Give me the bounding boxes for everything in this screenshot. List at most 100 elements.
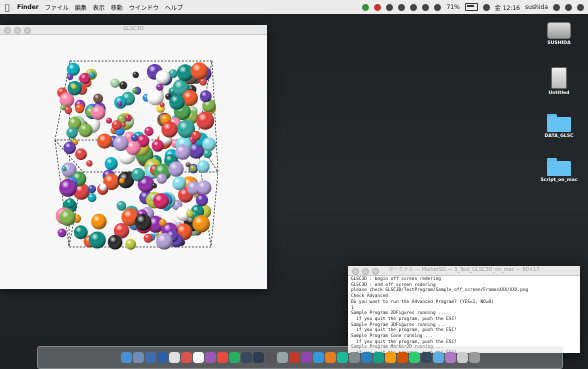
dock-app-icon[interactable] (396, 352, 408, 363)
dock-app-icon[interactable] (240, 352, 252, 363)
sphere-shading (65, 198, 76, 209)
airplay-icon[interactable] (422, 3, 430, 11)
sphere-shading (151, 183, 157, 189)
dock-app-icon[interactable] (408, 352, 420, 363)
sphere-shading (131, 134, 139, 142)
sphere-shading (196, 111, 215, 130)
sphere-shading (99, 183, 107, 191)
sphere-shading (78, 123, 93, 138)
clock[interactable]: 金 12:16 (495, 3, 520, 12)
menu-view[interactable]: 表示 (90, 3, 108, 12)
terminal-close-button[interactable] (352, 268, 359, 275)
terminal-titlebar[interactable]: ターミナル — MarkerSD — 3_Test_GLSC3D_on_mac … (348, 266, 580, 276)
sphere-shading (169, 94, 185, 110)
sphere-shading (168, 69, 178, 78)
sphere-shading (59, 179, 77, 197)
dock-app-icon[interactable] (264, 352, 276, 363)
sphere-shading (195, 194, 208, 207)
sphere-shading (159, 218, 167, 227)
dock-app-icon[interactable] (120, 352, 132, 363)
dock-app-icon[interactable] (288, 352, 300, 363)
dock-app-icon[interactable] (312, 352, 324, 363)
volume-icon[interactable] (434, 3, 442, 11)
dock-app-icon[interactable] (168, 352, 180, 363)
dock-app-icon[interactable] (360, 352, 372, 363)
desktop-icon-untitled[interactable]: Untitled (531, 67, 587, 96)
shield-icon[interactable] (362, 3, 370, 11)
terminal-window-controls (352, 268, 379, 275)
terminal-window: ターミナル — MarkerSD — 3_Test_GLSC3D_on_mac … (348, 266, 580, 354)
dock-app-icon[interactable] (156, 352, 168, 363)
zoom-button[interactable] (24, 27, 31, 34)
status-area: 71% 金 12:16 sushida (362, 0, 584, 14)
glsc3d-canvas[interactable] (0, 35, 267, 289)
desktop-icon-data-glsc[interactable]: DATA_GLSC (531, 114, 587, 139)
terminal-title: ターミナル — MarkerSD — 3_Test_GLSC3D_on_mac … (388, 267, 540, 273)
sphere-shading (189, 165, 197, 172)
menu-file[interactable]: ファイル (42, 3, 72, 12)
sphere-shading (117, 101, 123, 107)
folder-icon (547, 114, 571, 132)
glsc3d-titlebar[interactable]: GLSC3D (0, 25, 267, 35)
menu-go[interactable]: 移動 (108, 3, 126, 12)
dock-app-icon[interactable] (336, 352, 348, 363)
dock-app-icon[interactable] (372, 352, 384, 363)
dock-app-icon[interactable] (432, 352, 444, 363)
sphere-shading (91, 105, 106, 120)
sphere-shading (168, 161, 184, 177)
menu-edit[interactable]: 編集 (72, 3, 90, 12)
dock-app-icon[interactable] (300, 352, 312, 363)
menu-app-finder[interactable]: Finder (14, 4, 42, 11)
sphere-shading (192, 215, 210, 233)
user-name[interactable]: sushida (525, 4, 548, 11)
wifi-icon[interactable] (410, 3, 418, 11)
menu-help[interactable]: ヘルプ (162, 3, 186, 12)
dock-app-icon[interactable] (132, 352, 144, 363)
terminal-zoom-button[interactable] (372, 268, 379, 275)
apple-icon[interactable]:  (0, 3, 14, 12)
battery-percent[interactable]: 71% (446, 4, 459, 11)
sphere-shading (156, 233, 173, 250)
dock-app-icon[interactable] (216, 352, 228, 363)
dock-app-icon[interactable] (180, 352, 192, 363)
sphere-shading (186, 210, 194, 218)
close-button[interactable] (4, 27, 11, 34)
sphere-shading (161, 121, 178, 138)
sphere-shading (93, 93, 103, 104)
dock-app-icon[interactable] (252, 352, 264, 363)
bluetooth-icon[interactable] (398, 3, 406, 11)
time-machine-icon[interactable] (386, 3, 394, 11)
siri-icon[interactable] (565, 3, 572, 11)
dock-app-icon[interactable] (324, 352, 336, 363)
spotlight-search-icon[interactable] (553, 3, 560, 11)
dock-app-icon[interactable] (420, 352, 432, 363)
dock-app-icon[interactable] (204, 352, 216, 363)
battery-icon[interactable] (464, 3, 478, 11)
desktop-icon-sushida[interactable]: SUSHIDA (531, 22, 587, 46)
minimize-button[interactable] (14, 27, 21, 34)
hard-drive-icon (547, 22, 571, 39)
sphere-shading (71, 84, 77, 90)
dock-app-icon[interactable] (144, 352, 156, 363)
menu-window[interactable]: ウインドウ (126, 3, 162, 12)
record-icon[interactable] (374, 3, 382, 11)
terminal-minimize-button[interactable] (362, 268, 369, 275)
dock-app-icon[interactable] (444, 352, 456, 363)
dock-app-icon[interactable] (348, 352, 360, 363)
terminal-output[interactable]: GLSC3D : begin off screen redering GLSC3D… (348, 276, 580, 354)
dock-app-icon[interactable] (384, 352, 396, 363)
sphere-shading (203, 149, 212, 159)
sphere-shading (153, 193, 169, 210)
sphere-shading (191, 130, 202, 141)
dock-app-icon[interactable] (192, 352, 204, 363)
sphere-shading (156, 83, 164, 91)
dock-app-icon[interactable] (276, 352, 288, 363)
dock-app-icon[interactable] (456, 352, 468, 363)
notification-center-icon[interactable] (577, 3, 584, 11)
dock-app-icon[interactable] (228, 352, 240, 363)
dock-app-icon[interactable] (468, 352, 480, 363)
input-source-icon[interactable] (482, 3, 490, 11)
sphere-shading (59, 209, 76, 226)
desktop-icon-script-on-mac[interactable]: Script_on_mac (531, 158, 587, 183)
sphere-shading (144, 126, 154, 136)
